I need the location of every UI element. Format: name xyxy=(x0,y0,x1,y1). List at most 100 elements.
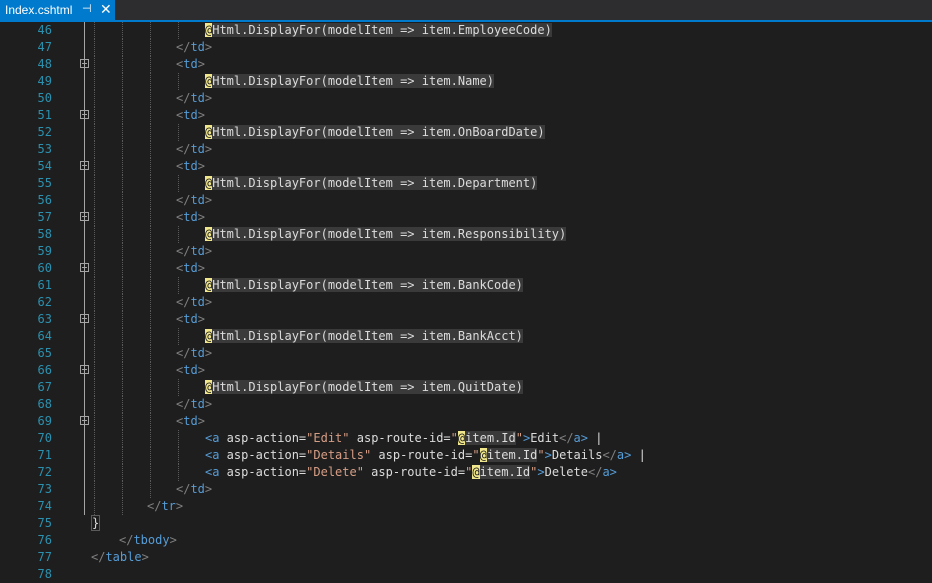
line-number: 65 xyxy=(37,346,52,360)
code-text: <td> xyxy=(176,261,205,275)
pin-icon[interactable]: ⊣ xyxy=(82,2,92,15)
indent-guide xyxy=(94,430,95,447)
indent-guide xyxy=(178,73,179,90)
code-line: 70 <a asp-action="Edit" asp-route-id="@it… xyxy=(0,430,932,447)
code-line: 67 @Html.DisplayFor(modelItem => item.Qui… xyxy=(0,379,932,396)
indent-guide xyxy=(94,73,95,90)
indent-guide xyxy=(94,124,95,141)
indent-guide xyxy=(94,277,95,294)
indent-guide xyxy=(178,328,179,345)
tab-index-cshtml[interactable]: Index.cshtml ⊣ ✕ xyxy=(0,0,115,20)
indent-guide xyxy=(150,430,151,447)
indent-guide xyxy=(178,226,179,243)
indent-guide xyxy=(94,175,95,192)
code-line: 47 </td> xyxy=(0,39,932,56)
indent-guide xyxy=(122,345,123,362)
code-line: 78 xyxy=(0,566,932,583)
indent-guide xyxy=(150,294,151,311)
code-line: 63 <td> xyxy=(0,311,932,328)
indent-guide xyxy=(178,277,179,294)
tab-title: Index.cshtml xyxy=(5,3,73,17)
line-number: 55 xyxy=(37,176,52,190)
indent-guide xyxy=(122,260,123,277)
code-line: 58 @Html.DisplayFor(modelItem => item.Res… xyxy=(0,226,932,243)
code-line: 65 </td> xyxy=(0,345,932,362)
indent-guide xyxy=(94,22,95,39)
line-number: 58 xyxy=(37,227,52,241)
indent-guide xyxy=(122,447,123,464)
indent-guide xyxy=(94,158,95,175)
indent-guide xyxy=(178,464,179,481)
indent-guide xyxy=(150,124,151,141)
code-text: } xyxy=(91,515,101,531)
line-number: 73 xyxy=(37,482,52,496)
indent-guide xyxy=(122,90,123,107)
indent-guide xyxy=(150,209,151,226)
line-number: 53 xyxy=(37,142,52,156)
close-icon[interactable]: ✕ xyxy=(100,1,112,17)
code-line: 64 @Html.DisplayFor(modelItem => item.Ban… xyxy=(0,328,932,345)
code-line: 57 <td> xyxy=(0,209,932,226)
indent-guide xyxy=(122,396,123,413)
indent-guide xyxy=(122,56,123,73)
code-line: 59 </td> xyxy=(0,243,932,260)
indent-guide xyxy=(150,413,151,430)
indent-guide xyxy=(94,90,95,107)
indent-guide xyxy=(150,277,151,294)
indent-guide xyxy=(122,39,123,56)
code-text: <td> xyxy=(176,312,205,326)
code-text: @Html.DisplayFor(modelItem => item.Depar… xyxy=(205,176,538,190)
indent-guide xyxy=(150,447,151,464)
indent-guide xyxy=(150,90,151,107)
indent-guide xyxy=(94,243,95,260)
code-text: <td> xyxy=(176,57,205,71)
code-text: @Html.DisplayFor(modelItem => item.BankA… xyxy=(205,329,523,343)
line-number: 54 xyxy=(37,159,52,173)
indent-guide xyxy=(150,260,151,277)
code-line: 50 </td> xyxy=(0,90,932,107)
line-number: 70 xyxy=(37,431,52,445)
line-number: 74 xyxy=(37,499,52,513)
indent-guide xyxy=(94,209,95,226)
line-number: 61 xyxy=(37,278,52,292)
code-line: 53 </td> xyxy=(0,141,932,158)
indent-guide xyxy=(178,447,179,464)
line-number: 49 xyxy=(37,74,52,88)
indent-guide xyxy=(94,107,95,124)
line-number: 71 xyxy=(37,448,52,462)
code-text: <td> xyxy=(176,108,205,122)
tab-bar: Index.cshtml ⊣ ✕ xyxy=(0,0,932,20)
code-editor[interactable]: 46 @Html.DisplayFor(modelItem => item.Emp… xyxy=(0,22,932,581)
line-number: 59 xyxy=(37,244,52,258)
indent-guide xyxy=(94,311,95,328)
indent-guide xyxy=(150,175,151,192)
indent-guide xyxy=(150,158,151,175)
code-line: 73 </td> xyxy=(0,481,932,498)
indent-guide xyxy=(150,39,151,56)
indent-guide xyxy=(150,311,151,328)
code-line: 54 <td> xyxy=(0,158,932,175)
code-line: 75} xyxy=(0,515,932,532)
code-text: <td> xyxy=(176,414,205,428)
indent-guide xyxy=(122,328,123,345)
indent-guide xyxy=(122,430,123,447)
indent-guide xyxy=(122,294,123,311)
indent-guide xyxy=(150,328,151,345)
indent-guide xyxy=(122,464,123,481)
code-line: 68 </td> xyxy=(0,396,932,413)
code-line: 66 <td> xyxy=(0,362,932,379)
line-number: 56 xyxy=(37,193,52,207)
indent-guide xyxy=(122,73,123,90)
indent-guide xyxy=(150,56,151,73)
indent-guide xyxy=(94,447,95,464)
indent-guide xyxy=(122,277,123,294)
indent-guide xyxy=(150,345,151,362)
code-text: </tbody> xyxy=(119,533,177,547)
indent-guide xyxy=(122,226,123,243)
fold-line xyxy=(84,22,85,515)
indent-guide xyxy=(122,175,123,192)
indent-guide xyxy=(150,362,151,379)
indent-guide xyxy=(94,260,95,277)
line-number: 64 xyxy=(37,329,52,343)
code-line: 62 </td> xyxy=(0,294,932,311)
